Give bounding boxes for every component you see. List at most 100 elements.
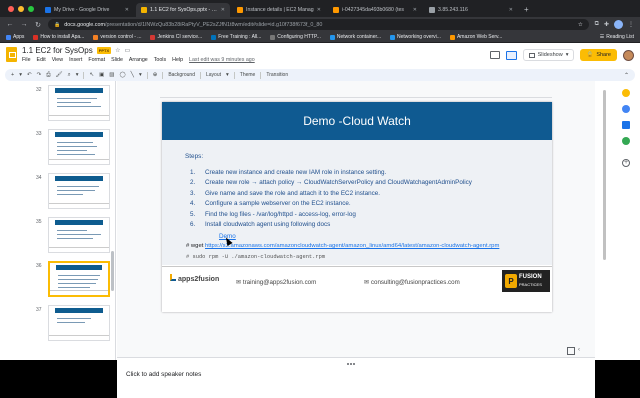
- speaker-notes-placeholder[interactable]: Click to add speaker notes: [126, 371, 201, 378]
- text-box-icon[interactable]: ▣: [99, 72, 104, 78]
- slide-title[interactable]: Demo -Cloud Watch: [162, 102, 552, 140]
- redo-icon[interactable]: ↷: [37, 72, 42, 78]
- slide-thumbnail[interactable]: [48, 305, 110, 341]
- undo-icon[interactable]: ↶: [27, 72, 32, 78]
- bookmark-item[interactable]: How to install Apa...: [33, 34, 84, 40]
- close-tab-icon[interactable]: ✕: [509, 7, 513, 13]
- maximize-window-button[interactable]: [28, 6, 34, 12]
- filmstrip-item[interactable]: 37: [0, 305, 116, 349]
- zoom-icon[interactable]: ⌕: [68, 72, 71, 79]
- back-arrow-icon[interactable]: ←: [6, 21, 14, 28]
- star-icon[interactable]: ☆: [578, 22, 583, 28]
- slide-thumbnail[interactable]: [48, 129, 110, 165]
- menu-view[interactable]: View: [52, 57, 63, 63]
- menu-edit[interactable]: Edit: [37, 57, 46, 63]
- minimize-window-button[interactable]: [18, 6, 24, 12]
- browser-tab-ip[interactable]: 3.85.243.116 ✕: [424, 3, 518, 17]
- url-field[interactable]: 🔒 docs.google.com/presentation/d/1lNWzQu…: [48, 19, 589, 30]
- current-slide[interactable]: Demo -Cloud Watch Steps: 1. Create new in…: [162, 102, 552, 312]
- puzzle-icon[interactable]: ✚: [604, 21, 609, 28]
- bookmark-item[interactable]: Networking overvi...: [390, 34, 441, 40]
- menu-arrange[interactable]: Arrange: [129, 57, 148, 63]
- layout-button[interactable]: Layout: [206, 72, 221, 78]
- bookmark-item[interactable]: Free Training : All...: [211, 34, 261, 40]
- line-icon[interactable]: ╲: [131, 72, 134, 78]
- steps-list[interactable]: 1. Create new instance and create new IAM…: [190, 169, 472, 231]
- reload-icon[interactable]: ↻: [34, 21, 42, 29]
- comment-add-icon[interactable]: ⊕: [153, 72, 158, 78]
- shape-icon[interactable]: ◯: [119, 72, 125, 78]
- filmstrip-item[interactable]: 32: [0, 85, 116, 129]
- keep-icon[interactable]: [622, 89, 630, 97]
- share-button[interactable]: 🔒 Share: [580, 49, 617, 61]
- close-tab-icon[interactable]: ✕: [413, 7, 417, 13]
- move-folder-icon[interactable]: ▭: [125, 47, 131, 54]
- menu-slide[interactable]: Slide: [111, 57, 123, 63]
- add-slide-icon[interactable]: +: [11, 72, 14, 78]
- select-cursor-icon[interactable]: ↖: [89, 72, 94, 78]
- bookmark-item[interactable]: version control - ...: [93, 34, 141, 40]
- browser-tab-slides[interactable]: 1.1 EC2 for SysOps.pptx - Goo ✕: [136, 3, 230, 17]
- filmstrip-item[interactable]: 34: [0, 173, 116, 217]
- chevron-down-icon[interactable]: ▾: [76, 72, 79, 78]
- browser-tab-drive[interactable]: My Drive - Google Drive ✕: [40, 3, 134, 17]
- slide-thumbnail[interactable]: [48, 85, 110, 121]
- menu-format[interactable]: Format: [88, 57, 105, 63]
- slides-logo-icon[interactable]: [6, 47, 17, 62]
- chevron-down-icon[interactable]: ▾: [226, 72, 229, 78]
- cloudwatch-agent-download-link[interactable]: https://s3.amazonaws.com/amazoncloudwatc…: [205, 243, 499, 249]
- reading-list-button[interactable]: ☰ Reading List: [600, 34, 634, 40]
- canvas-scrollbar[interactable]: [603, 86, 606, 326]
- close-tab-icon[interactable]: ✕: [317, 7, 321, 13]
- add-addon-icon[interactable]: +: [622, 159, 630, 167]
- menu-file[interactable]: File: [22, 57, 31, 63]
- print-icon[interactable]: ⎙: [46, 72, 50, 79]
- collapse-menus-icon[interactable]: ⌃: [624, 72, 629, 79]
- chevron-left-icon[interactable]: ‹: [578, 347, 580, 355]
- paint-format-icon[interactable]: 🖌: [56, 72, 63, 78]
- image-icon[interactable]: ▨: [109, 72, 114, 78]
- slide-thumbnail-selected[interactable]: [48, 261, 110, 297]
- menu-help[interactable]: Help: [172, 57, 183, 63]
- profile-avatar[interactable]: [614, 20, 623, 29]
- close-tab-icon[interactable]: ✕: [125, 7, 129, 13]
- bookmark-item[interactable]: Amazon Web Serv...: [449, 34, 502, 40]
- speaker-notes-panel[interactable]: Click to add speaker notes: [117, 357, 595, 398]
- background-button[interactable]: Background: [168, 72, 195, 78]
- rpm-install-command[interactable]: # sudo rpm -U ./amazon-cloudwatch-agent.…: [186, 254, 325, 260]
- transition-button[interactable]: Transition: [266, 72, 288, 78]
- extension-icon[interactable]: ⧉: [595, 21, 599, 28]
- bookmark-item[interactable]: Network container...: [329, 34, 381, 40]
- close-tab-icon[interactable]: ✕: [221, 7, 225, 13]
- tasks-icon[interactable]: [622, 105, 630, 113]
- user-avatar[interactable]: [623, 49, 634, 61]
- star-icon[interactable]: ☆: [115, 47, 120, 54]
- slide-canvas[interactable]: Demo -Cloud Watch Steps: 1. Create new in…: [117, 81, 595, 360]
- forward-arrow-icon[interactable]: →: [20, 21, 28, 28]
- close-window-button[interactable]: [8, 6, 14, 12]
- calendar-icon[interactable]: [622, 121, 630, 129]
- notes-resize-handle[interactable]: [347, 361, 367, 365]
- more-menu-icon[interactable]: ⋮: [628, 21, 634, 28]
- slide-thumbnail[interactable]: [48, 173, 110, 209]
- activity-dashboard-icon[interactable]: [489, 51, 500, 59]
- document-title[interactable]: 1.1 EC2 for SysOps: [22, 46, 93, 55]
- filmstrip-scrollbar[interactable]: [111, 86, 114, 346]
- browser-tab-ec2-instance[interactable]: Instance details | EC2 Manag ✕: [232, 3, 326, 17]
- wget-command[interactable]: # wget https://s3.amazonaws.com/amazoncl…: [186, 243, 499, 249]
- steps-heading[interactable]: Steps:: [185, 153, 203, 160]
- bookmark-apps[interactable]: Apps: [6, 34, 24, 40]
- scrollbar-thumb[interactable]: [111, 251, 114, 291]
- slideshow-button[interactable]: Slideshow ▾: [522, 49, 575, 61]
- chevron-down-icon[interactable]: ▾: [19, 72, 22, 78]
- chevron-down-icon[interactable]: ▾: [566, 52, 569, 58]
- browser-tab-instance-connect[interactable]: i-0427345da493b0680 (tes ✕: [328, 3, 422, 17]
- filmstrip-item[interactable]: 35: [0, 217, 116, 261]
- chevron-down-icon[interactable]: ▾: [139, 72, 142, 78]
- comments-icon[interactable]: [505, 50, 517, 60]
- maps-icon[interactable]: [622, 137, 630, 145]
- filmstrip-item[interactable]: 33: [0, 129, 116, 173]
- filmstrip-item-selected[interactable]: 36: [0, 261, 116, 305]
- menu-insert[interactable]: Insert: [69, 57, 82, 63]
- bookmark-item[interactable]: Jenkins CI service...: [150, 34, 202, 40]
